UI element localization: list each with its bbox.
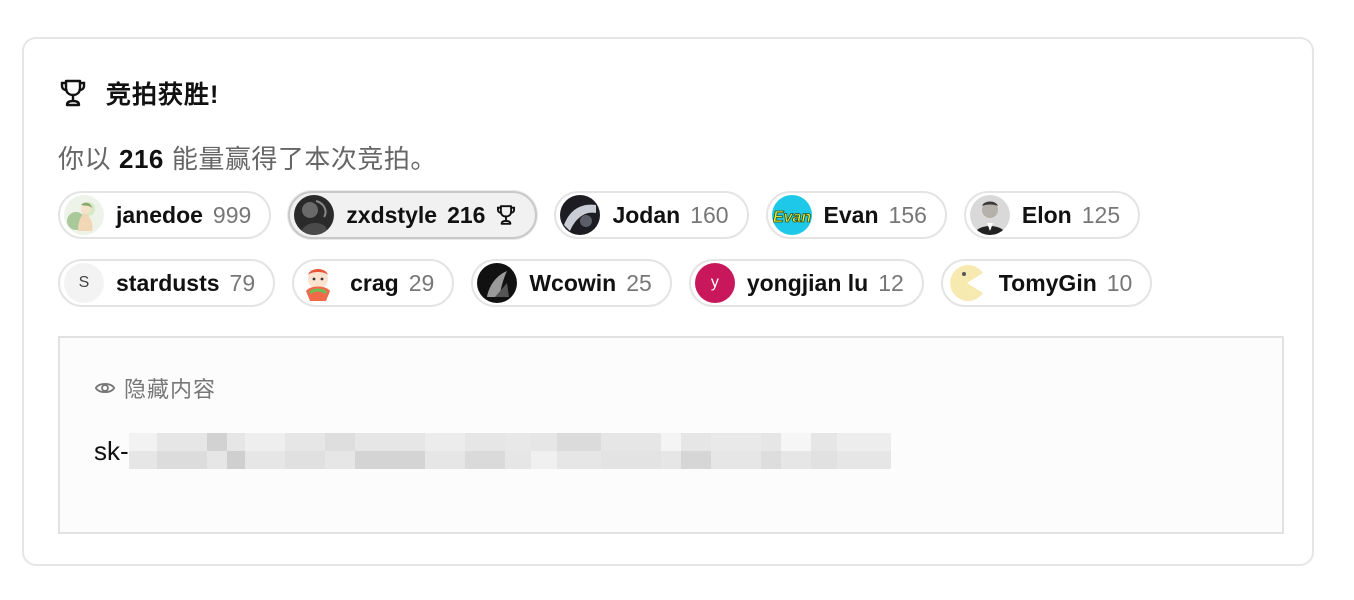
- bidder-score: 156: [888, 201, 927, 228]
- bidder-chip[interactable]: Jodan 160: [554, 191, 749, 239]
- bidder-score: 29: [408, 269, 435, 296]
- bidder-name: Evan: [823, 201, 879, 228]
- hidden-content-header: 隐藏内容: [94, 372, 216, 404]
- bidder-score: 999: [212, 201, 252, 228]
- avatar: [64, 195, 104, 235]
- trophy-icon: [60, 79, 86, 107]
- page-title: 竞拍获胜!: [106, 81, 220, 109]
- bidder-name: yongjian lu: [746, 269, 869, 296]
- summary-suffix: 能量赢得了本次竞拍。: [171, 144, 437, 174]
- bidder-name: Wcowin: [529, 269, 617, 296]
- hidden-content-label: 隐藏内容: [124, 377, 217, 402]
- avatar-letter: Y: [710, 274, 719, 291]
- bidder-name: stardusts: [116, 269, 220, 296]
- secret-prefix: sk-: [94, 435, 129, 466]
- bidder-chip[interactable]: crag 29: [292, 259, 455, 307]
- avatar: [294, 195, 335, 235]
- eye-icon: [94, 382, 116, 394]
- bidder-chip[interactable]: TomyGin 10: [940, 259, 1153, 307]
- winning-amount: 216: [119, 144, 164, 174]
- summary-prefix: 你以: [58, 144, 112, 174]
- bidder-name: Jodan: [612, 201, 681, 228]
- bidder-score: 79: [229, 269, 256, 296]
- bidder-score: 25: [626, 269, 652, 296]
- avatar-letter: S: [78, 274, 90, 291]
- bidder-chip[interactable]: Wcowin 25: [471, 259, 672, 307]
- avatar: Y: [694, 263, 735, 303]
- bidder-name: janedoe: [116, 201, 203, 228]
- bidder-name: Elon: [1021, 201, 1072, 228]
- bidder-chip[interactable]: S stardusts 79: [58, 259, 276, 307]
- bidder-chip[interactable]: janedoe 999: [58, 191, 272, 239]
- bidder-score: 12: [878, 269, 904, 296]
- bidders-row-1: janedoe 999 zxdstyle 216 Jodan 160 Evan …: [58, 191, 1157, 239]
- secret-value[interactable]: sk-: [94, 432, 891, 470]
- avatar: Evan: [771, 195, 812, 235]
- bidder-chip[interactable]: Y yongjian lu 12: [688, 259, 924, 307]
- avatar: [969, 195, 1010, 235]
- avatar: [560, 195, 601, 235]
- bidder-score: 125: [1081, 201, 1121, 228]
- bidder-chip[interactable]: Elon 125: [963, 191, 1141, 239]
- avatar: [477, 263, 518, 303]
- blurred-secret: [128, 433, 891, 469]
- auction-summary: 你以 216 能量赢得了本次竞拍。: [58, 139, 437, 176]
- title-row: 竞拍获胜!: [58, 77, 219, 109]
- bidder-score: 160: [690, 201, 729, 228]
- bidder-name: TomyGin: [998, 269, 1097, 296]
- avatar: [298, 263, 339, 303]
- avatar: S: [64, 263, 104, 303]
- auction-result-card: 竞拍获胜! 你以 216 能量赢得了本次竞拍。 janedoe 999 zxds…: [22, 37, 1314, 566]
- bidder-score: 216: [447, 201, 486, 228]
- bidder-chip[interactable]: Evan Evan 156: [765, 191, 947, 239]
- avatar-text: Evan: [772, 209, 810, 226]
- avatar: [946, 263, 987, 303]
- bidders-row-2: S stardusts 79 crag 29 Wcowin 25 y yongj…: [58, 259, 1169, 307]
- bidder-name: zxdstyle: [346, 201, 438, 228]
- bidder-chip-winner[interactable]: zxdstyle 216: [288, 191, 538, 239]
- bidder-score: 10: [1106, 269, 1133, 296]
- hidden-content-panel: 隐藏内容 sk-: [58, 336, 1284, 534]
- trophy-icon: [497, 205, 516, 225]
- bidder-name: crag: [350, 269, 399, 296]
